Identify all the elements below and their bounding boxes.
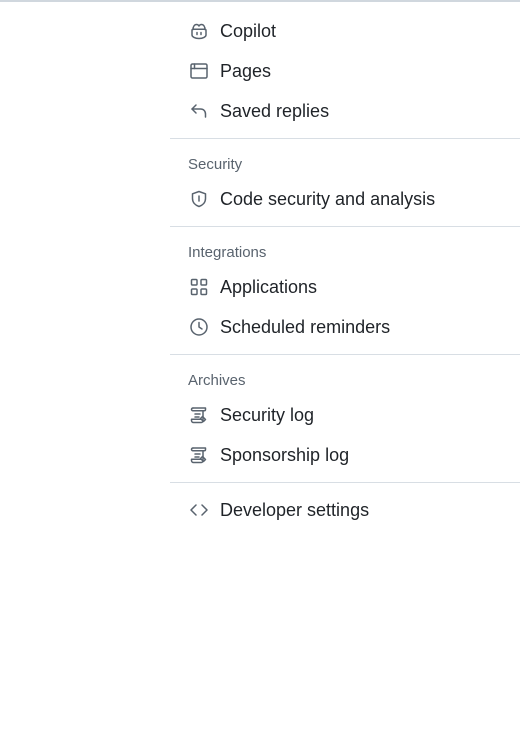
sidebar-item-label: Developer settings bbox=[220, 499, 370, 520]
sidebar-item-label: Sponsorship log bbox=[220, 444, 350, 465]
sidebar-item-pages[interactable]: Pages bbox=[170, 51, 520, 91]
sidebar-item-label: Scheduled reminders bbox=[220, 316, 391, 337]
apps-icon bbox=[188, 276, 210, 298]
sidebar-item-label: Pages bbox=[220, 60, 272, 81]
sidebar-item-copilot[interactable]: Copilot bbox=[170, 11, 520, 51]
sidebar-item-sponsorship-log[interactable]: Sponsorship log bbox=[170, 435, 520, 475]
code-icon bbox=[188, 499, 210, 521]
top-border bbox=[0, 0, 520, 2]
copilot-icon bbox=[188, 20, 210, 42]
browser-icon bbox=[188, 60, 210, 82]
section-heading-archives: Archives bbox=[188, 371, 246, 389]
divider bbox=[170, 482, 520, 483]
section-heading-integrations: Integrations bbox=[188, 243, 267, 261]
sidebar-item-label: Code security and analysis bbox=[220, 188, 436, 209]
divider bbox=[170, 226, 520, 227]
section-heading-security: Security bbox=[188, 155, 243, 173]
shield-icon bbox=[188, 188, 210, 210]
sidebar-item-label: Applications bbox=[220, 276, 318, 297]
clock-icon bbox=[188, 316, 210, 338]
sidebar-item-saved-replies[interactable]: Saved replies bbox=[170, 91, 520, 131]
sidebar-item-developer-settings[interactable]: Developer settings bbox=[170, 490, 520, 530]
sidebar-item-label: Saved replies bbox=[220, 100, 330, 121]
sidebar-item-applications[interactable]: Applications bbox=[170, 267, 520, 307]
log-icon bbox=[188, 404, 210, 426]
log-icon bbox=[188, 444, 210, 466]
sidebar-item-label: Security log bbox=[220, 404, 315, 425]
divider bbox=[170, 138, 520, 139]
sidebar-item-scheduled-reminders[interactable]: Scheduled reminders bbox=[170, 307, 520, 347]
sidebar-item-code-security[interactable]: Code security and analysis bbox=[170, 179, 520, 219]
sidebar-item-label: Copilot bbox=[220, 20, 277, 41]
divider bbox=[170, 354, 520, 355]
reply-icon bbox=[188, 100, 210, 122]
sidebar-item-security-log[interactable]: Security log bbox=[170, 395, 520, 435]
settings-sidebar: Copilot Pages Saved replies Security Cod… bbox=[170, 11, 520, 530]
